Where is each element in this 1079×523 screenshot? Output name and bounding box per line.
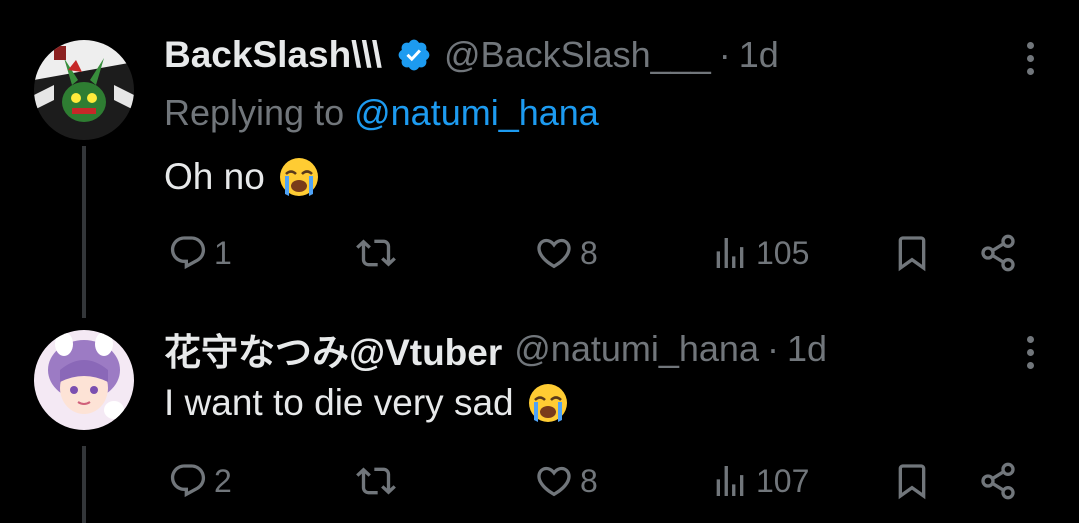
reply-count: 1	[214, 234, 232, 271]
bookmark-icon	[898, 236, 926, 272]
view-count: 105	[756, 234, 810, 271]
thread-line-bottom	[82, 446, 86, 523]
reply-icon	[170, 236, 206, 270]
share-icon	[981, 462, 1015, 500]
like-count: 8	[580, 462, 598, 499]
share-icon	[981, 234, 1015, 272]
separator-dot: ·	[766, 328, 779, 369]
tweet-header: BackSlash\\\ @BackSlash___ · 1d	[164, 30, 779, 80]
tweet-text: Oh no	[164, 152, 321, 202]
verified-badge-icon	[398, 39, 430, 71]
reply-button[interactable]: 2	[168, 456, 232, 506]
heart-icon	[537, 466, 571, 497]
avatar[interactable]	[34, 40, 134, 140]
more-options-icon[interactable]	[1027, 42, 1035, 75]
loudly-crying-face-icon	[279, 158, 318, 196]
replying-to: Replying to @natumi_hana	[164, 92, 599, 134]
like-button[interactable]: 8	[534, 456, 598, 506]
bookmark-icon	[898, 464, 926, 500]
author-name[interactable]: BackSlash\\\	[164, 34, 382, 76]
reply-mention-link[interactable]: @natumi_hana	[354, 92, 599, 133]
separator-dot: ·	[718, 34, 731, 75]
analytics-icon	[716, 238, 744, 268]
reply-count: 2	[214, 462, 232, 499]
tweet-text-content: Oh no	[164, 156, 265, 197]
retweet-icon	[356, 239, 396, 267]
share-button[interactable]	[978, 456, 1018, 506]
retweet-icon	[356, 467, 396, 495]
bookmark-button[interactable]	[892, 228, 932, 278]
avatar[interactable]	[34, 330, 134, 430]
like-count: 8	[580, 234, 598, 271]
retweet-button[interactable]	[356, 456, 402, 506]
loudly-crying-face-icon	[528, 384, 567, 422]
view-count: 107	[756, 462, 810, 499]
author-name[interactable]: 花守なつみ@Vtuber	[164, 322, 502, 376]
reply-icon	[170, 464, 206, 498]
tweet-text: I want to die very sad	[164, 378, 570, 428]
more-options-icon[interactable]	[1027, 336, 1035, 369]
tweet-actions: 1 8 105	[164, 228, 1034, 278]
share-button[interactable]	[978, 228, 1018, 278]
tweet-actions: 2 8 107	[164, 456, 1034, 506]
timestamp[interactable]: 1d	[787, 328, 827, 370]
retweet-button[interactable]	[356, 228, 402, 278]
reply-button[interactable]: 1	[168, 228, 232, 278]
timestamp[interactable]: 1d	[739, 34, 779, 76]
author-handle[interactable]: @BackSlash___	[444, 34, 711, 76]
tweet-header: 花守なつみ@Vtuber @natumi_hana · 1d	[164, 324, 827, 374]
author-handle[interactable]: @natumi_hana	[514, 328, 759, 370]
views-button[interactable]: 105	[710, 228, 809, 278]
bookmark-button[interactable]	[892, 456, 932, 506]
heart-icon	[537, 238, 571, 269]
analytics-icon	[716, 466, 744, 496]
like-button[interactable]: 8	[534, 228, 598, 278]
replying-to-label: Replying to	[164, 92, 355, 133]
views-button[interactable]: 107	[710, 456, 809, 506]
thread-line-top	[82, 146, 86, 318]
tweet-text-content: I want to die very sad	[164, 382, 514, 423]
